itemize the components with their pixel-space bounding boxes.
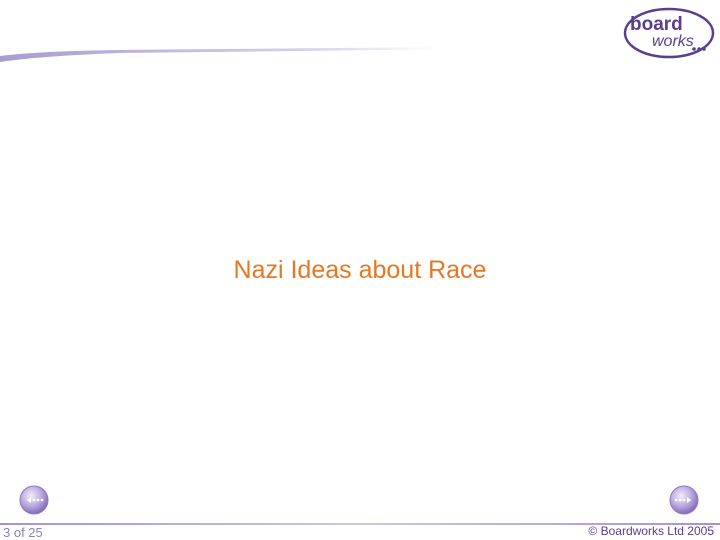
slide-title: Nazi Ideas about Race: [233, 256, 487, 284]
boardworks-logo: board works: [623, 7, 715, 59]
logo-board-text: board: [630, 14, 683, 35]
top-divider: [0, 46, 560, 62]
page-counter: 3 of 25: [3, 525, 43, 540]
next-slide-button[interactable]: [668, 484, 700, 516]
previous-slide-button[interactable]: [18, 484, 50, 516]
logo-dots-icon: [692, 47, 706, 51]
logo-works-text: works: [652, 33, 694, 50]
copyright-notice: © Boardworks Ltd 2005: [588, 524, 714, 538]
